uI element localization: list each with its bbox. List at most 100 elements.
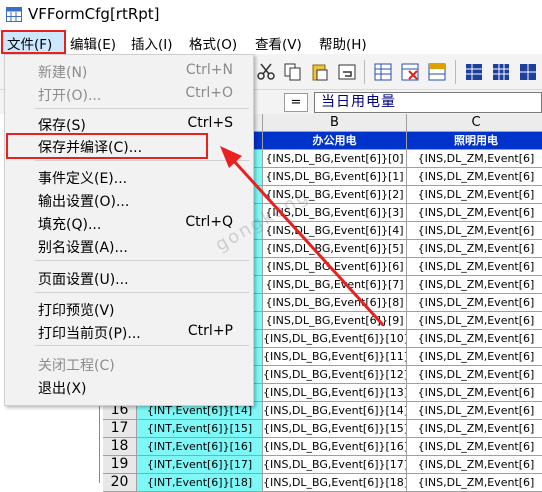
table-grid-icon[interactable] [491,62,511,82]
table-cell[interactable]: {INS,DL_BG,Event[6]}[8] [263,294,407,312]
copy-icon[interactable] [283,62,303,82]
menu-item-label: 打开(O)... [38,88,102,104]
menu-item-label: 别名设置(A)... [38,240,128,256]
menu-item-label: 输出设置(O)... [38,194,130,210]
column-header-c[interactable]: C [407,114,542,132]
cut-icon[interactable] [256,62,276,82]
toolbar-separator [455,60,456,84]
menu-item-exit[interactable]: 退出(X) [6,375,253,398]
menu-item-new[interactable]: 新建(N) Ctrl+N [6,59,253,82]
table-cell[interactable]: {INS,DL_ZM,Event[6] [407,150,542,168]
formula-equals-button[interactable]: = [284,93,308,112]
menu-item-shortcut: Ctrl+O [185,85,233,101]
row-header[interactable]: 19 [103,456,137,474]
row-header[interactable]: 20 [103,474,137,492]
menu-item-open[interactable]: 打开(O)... Ctrl+O [6,82,253,105]
menu-separator [35,160,249,161]
table-cell[interactable]: {INS,DL_BG,Event[6]}[17] [263,456,407,474]
menu-item-print-current-page[interactable]: 打印当前页(P)... Ctrl+P [6,320,253,343]
table-cell[interactable]: {INS,DL_BG,Event[6]}[0] [263,150,407,168]
table-cell[interactable]: {INS,DL_ZM,Event[6] [407,276,542,294]
menu-file[interactable]: 文件(F) [1,30,66,54]
table-cell[interactable]: {INS,DL_ZM,Event[6] [407,168,542,186]
delete-row-icon[interactable] [400,62,420,82]
file-menu-dropdown: 新建(N) Ctrl+N 打开(O)... Ctrl+O 保存(S) Ctrl+S 保存并编… [4,54,254,406]
format-cells-icon[interactable] [427,62,447,82]
app-icon [6,7,22,22]
table-cell[interactable]: {INS,DL_ZM,Event[6] [407,330,542,348]
table-cell[interactable]: {INT,Event[6]}[18] [137,474,263,492]
menu-separator [35,108,249,109]
menu-separator [35,292,249,293]
table-cell[interactable]: {INS,DL_BG,Event[6]}[16] [263,438,407,456]
title-bar: VFFormCfg[rtRpt] [0,0,542,30]
menu-file-label: 文件(F) [7,37,53,53]
table-cell[interactable]: {INS,DL_BG,Event[6]}[5] [263,240,407,258]
menu-help[interactable]: 帮助(H) [319,33,367,53]
formula-input[interactable]: 当日用电量 [314,92,542,113]
menu-insert[interactable]: 插入(I) [131,33,173,53]
window-title: VFFormCfg[rtRpt] [28,5,160,23]
menu-item-label: 新建(N) [38,65,88,81]
column-header-b[interactable]: B [263,114,407,132]
table-cell[interactable]: {INS,DL_ZM,Event[6] [407,348,542,366]
table-cell[interactable]: {INS,DL_BG,Event[6]}[12] [263,366,407,384]
menu-item-print-preview[interactable]: 打印预览(V) [6,297,253,320]
table-cell[interactable]: {INS,DL_ZM,Event[6] [407,204,542,222]
menu-item-output-settings[interactable]: 输出设置(O)... [6,188,253,211]
table-cell[interactable]: {INS,DL_BG,Event[6]}[10] [263,330,407,348]
table-cell[interactable]: {INS,DL_ZM,Event[6] [407,222,542,240]
table-cell[interactable]: {INS,DL_BG,Event[6]}[1] [263,168,407,186]
row-header[interactable]: 17 [103,420,137,438]
menu-item-shortcut: Ctrl+N [185,62,233,78]
table-cell[interactable]: {INS,DL_BG,Event[6]}[7] [263,276,407,294]
table-cell[interactable]: {INS,DL_ZM,Event[6] [407,420,542,438]
table-cell[interactable]: 办公用电 [263,132,407,150]
table-cell[interactable]: {INS,DL_ZM,Event[6] [407,366,542,384]
menu-item-page-setup[interactable]: 页面设置(U)... [6,266,253,289]
menu-item-close-project[interactable]: 关闭工程(C) [6,352,253,375]
menu-item-label: 打印预览(V) [38,303,115,319]
table-cell[interactable]: {INS,DL_ZM,Event[6] [407,186,542,204]
menu-separator [35,345,249,346]
table-cell[interactable]: {INS,DL_BG,Event[6]}[9] [263,312,407,330]
row-header[interactable]: 18 [103,438,137,456]
table-cell[interactable]: {INS,DL_ZM,Event[6] [407,474,542,492]
table-cell[interactable]: {INS,DL_BG,Event[6]}[13] [263,384,407,402]
menu-item-label: 打印当前页(P)... [38,326,141,342]
table-cell[interactable]: {INS,DL_ZM,Event[6] [407,294,542,312]
table-cell[interactable]: {INS,DL_BG,Event[6]}[6] [263,258,407,276]
table-cell[interactable]: {INS,DL_BG,Event[6]}[4] [263,222,407,240]
table-cell[interactable]: {INS,DL_ZM,Event[6] [407,312,542,330]
table-cell[interactable]: {INS,DL_ZM,Event[6] [407,438,542,456]
table-cell[interactable]: {INS,DL_ZM,Event[6] [407,402,542,420]
menu-view[interactable]: 查看(V) [255,33,302,53]
grid-icon[interactable] [464,62,484,82]
table-cell[interactable]: {INS,DL_BG,Event[6]}[18] [263,474,407,492]
menu-item-fill[interactable]: 填充(Q)... Ctrl+Q [6,211,253,234]
table-cell[interactable]: 照明用电 [407,132,542,150]
table-cell[interactable]: {INS,DL_BG,Event[6]}[14] [263,402,407,420]
menu-item-label: 页面设置(U)... [38,272,129,288]
menu-item-event-define[interactable]: 事件定义(E)... [6,165,253,188]
undo-icon[interactable] [337,62,357,82]
paste-icon[interactable] [310,62,330,82]
insert-row-icon[interactable] [373,62,393,82]
sheet-grid-icon[interactable] [518,62,538,82]
table-cell[interactable]: {INS,DL_BG,Event[6]}[15] [263,420,407,438]
table-cell[interactable]: {INS,DL_BG,Event[6]}[11] [263,348,407,366]
menu-separator [35,260,249,261]
menu-item-save[interactable]: 保存(S) Ctrl+S [6,112,253,135]
menu-format[interactable]: 格式(O) [189,33,237,53]
menu-edit[interactable]: 编辑(E) [70,33,116,53]
table-cell[interactable]: {INT,Event[6]}[17] [137,456,263,474]
menu-item-shortcut: Ctrl+Q [185,214,233,230]
table-cell[interactable]: {INS,DL_ZM,Event[6] [407,258,542,276]
table-cell[interactable]: {INS,DL_ZM,Event[6] [407,240,542,258]
table-cell[interactable]: {INS,DL_ZM,Event[6] [407,456,542,474]
table-cell[interactable]: {INS,DL_ZM,Event[6] [407,384,542,402]
table-cell[interactable]: {INT,Event[6]}[15] [137,420,263,438]
menu-item-shortcut: Ctrl+P [187,323,233,339]
highlight-box [6,133,208,159]
table-cell[interactable]: {INT,Event[6]}[16] [137,438,263,456]
